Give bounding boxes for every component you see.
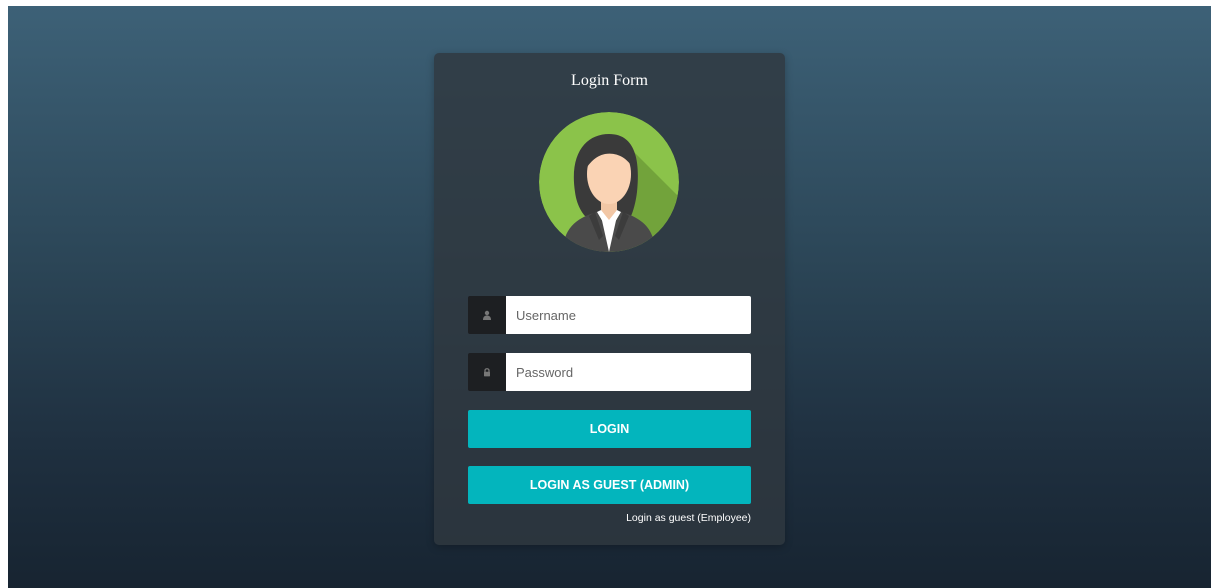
username-field xyxy=(468,296,751,334)
login-as-guest-admin-button[interactable]: LOGIN AS GUEST (ADMIN) xyxy=(468,466,751,504)
username-input[interactable] xyxy=(506,296,751,334)
female-user-avatar-icon xyxy=(539,112,679,252)
page-background: Login Form Username LOGIN LOGIN AS GUEST… xyxy=(8,6,1211,588)
form-title: Login Form xyxy=(571,72,648,89)
login-button[interactable]: LOGIN xyxy=(468,410,751,448)
login-as-guest-employee-link[interactable]: Login as guest (Employee) xyxy=(626,512,751,524)
user-icon xyxy=(468,296,506,334)
password-field xyxy=(468,353,751,391)
password-input[interactable] xyxy=(506,353,751,391)
login-card: Login Form Username LOGIN LOGIN AS GUEST… xyxy=(434,53,785,545)
lock-icon xyxy=(468,353,506,391)
